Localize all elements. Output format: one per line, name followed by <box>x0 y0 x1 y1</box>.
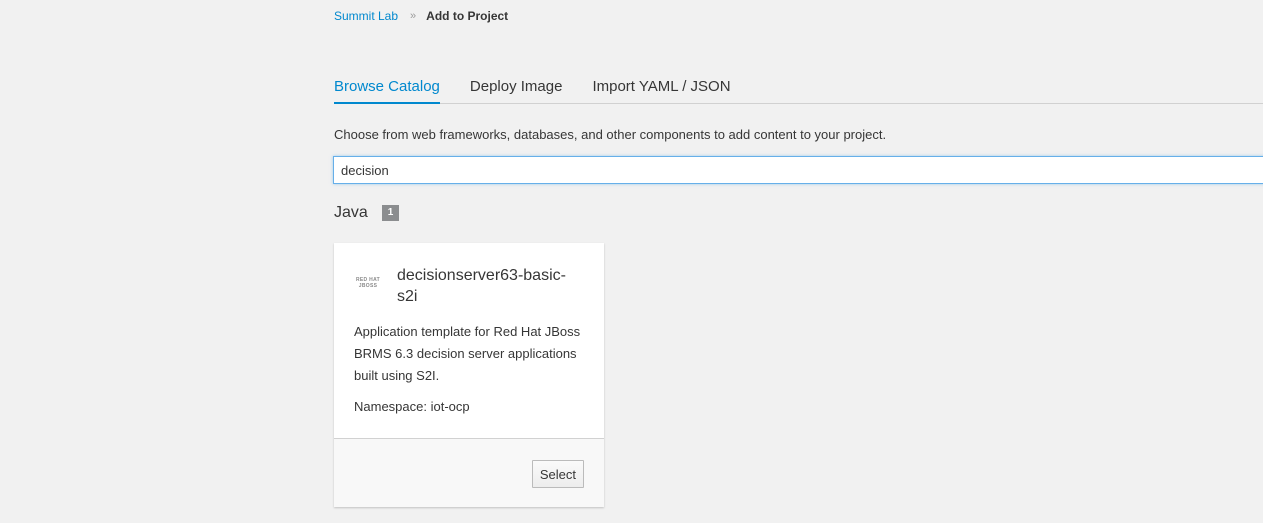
card-title[interactable]: decisionserver63-basic-s2i <box>397 265 567 307</box>
intro-text: Choose from web frameworks, databases, a… <box>334 127 887 142</box>
catalog-search-input[interactable] <box>333 156 1263 184</box>
category-count-badge: 1 <box>381 205 400 221</box>
card-description: Application template for Red Hat JBoss B… <box>354 324 581 383</box>
card-namespace: Namespace: iot-ocp <box>354 399 470 414</box>
breadcrumb-project-link[interactable]: Summit Lab <box>334 9 398 23</box>
breadcrumb: Summit Lab » Add to Project <box>334 9 508 23</box>
jboss-logo-icon: RED HAT JBOSS <box>356 277 380 289</box>
breadcrumb-separator-icon: » <box>410 10 417 22</box>
select-button[interactable]: Select <box>531 460 584 488</box>
tab-browse-catalog[interactable]: Browse Catalog <box>334 76 440 104</box>
category-heading: Java 1 <box>334 204 400 222</box>
tab-import-yaml-json[interactable]: Import YAML / JSON <box>592 76 730 104</box>
card-footer: Select <box>334 438 604 507</box>
page: Summit Lab » Add to Project Browse Catal… <box>0 0 1263 523</box>
catalog-tabs: Browse Catalog Deploy Image Import YAML … <box>334 76 1263 104</box>
template-card: RED HAT JBOSS decisionserver63-basic-s2i… <box>334 243 604 507</box>
card-header: RED HAT JBOSS decisionserver63-basic-s2i <box>354 265 567 307</box>
tab-deploy-image[interactable]: Deploy Image <box>470 76 563 104</box>
breadcrumb-current: Add to Project <box>426 9 509 23</box>
category-name: Java <box>334 204 368 221</box>
